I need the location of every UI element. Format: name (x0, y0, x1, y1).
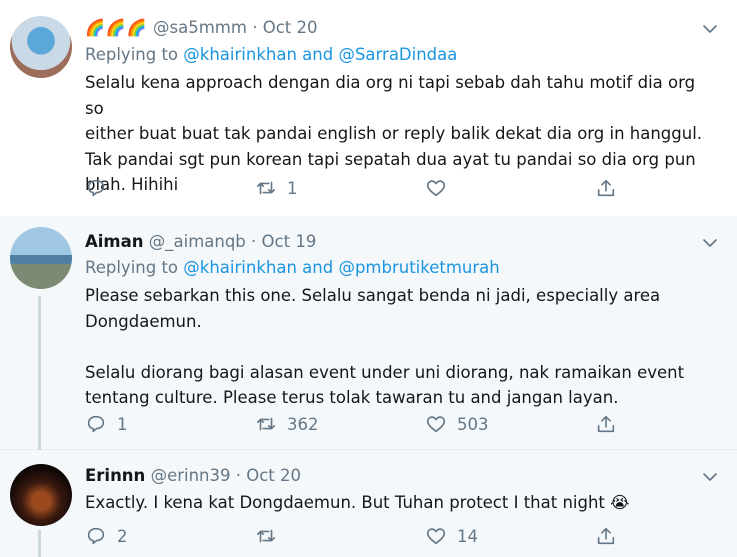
tweet-header: 🌈🌈🌈 @sa5mmm · Oct 20 (85, 18, 317, 37)
display-name[interactable]: 🌈🌈🌈 (85, 18, 148, 37)
retweet-arrows-icon (256, 417, 276, 431)
like-button[interactable]: 14 (425, 525, 478, 547)
handle[interactable]: @sa5mmm (153, 18, 247, 37)
retweet-button[interactable] (255, 525, 287, 547)
chevron-down-icon[interactable] (701, 234, 719, 252)
speech-bubble-icon (87, 527, 105, 545)
reply-button[interactable]: 2 (85, 525, 128, 547)
thread-line (38, 296, 41, 451)
tweet-header: Aiman @_aimanqb · Oct 19 (85, 232, 316, 251)
tweet-date[interactable]: Oct 19 (262, 232, 317, 251)
tweet[interactable]: Aiman @_aimanqb · Oct 19 Replying to @kh… (0, 216, 737, 451)
display-name[interactable]: Erinnn (85, 466, 145, 485)
like-count: 503 (457, 414, 489, 434)
avatar[interactable] (10, 16, 72, 78)
separator: · (252, 18, 258, 37)
retweet-count: 1 (287, 178, 298, 198)
tweet-actions: 1 (85, 177, 630, 203)
thread-line (38, 530, 41, 557)
reply-button[interactable]: 1 (85, 413, 128, 435)
heart-outline-icon (426, 528, 446, 545)
handle[interactable]: @erinn39 (151, 466, 231, 485)
display-name[interactable]: Aiman (85, 232, 144, 251)
tweet-actions: 2 14 (85, 525, 630, 551)
replying-prefix: Replying to (85, 258, 184, 277)
replying-to: Replying to @khairinkhan and @pmbrutiket… (85, 258, 500, 277)
share-upload-icon (597, 415, 615, 433)
share-button[interactable] (595, 413, 617, 435)
like-button[interactable]: 503 (425, 413, 489, 435)
replying-and: and (296, 258, 339, 277)
like-button[interactable] (425, 177, 457, 199)
tweet[interactable]: 🌈🌈🌈 @sa5mmm · Oct 20 Replying to @khairi… (0, 0, 737, 217)
retweet-button[interactable]: 362 (255, 413, 319, 435)
retweet-count: 362 (287, 414, 319, 434)
tweet-date[interactable]: Oct 20 (263, 18, 318, 37)
share-button[interactable] (595, 525, 617, 547)
replying-and: and (296, 45, 339, 64)
share-upload-icon (597, 527, 615, 545)
avatar[interactable] (10, 464, 72, 526)
tweet[interactable]: Erinnn @erinn39 · Oct 20 Exactly. I kena… (0, 450, 737, 557)
mention-link[interactable]: @SarraDindaa (338, 45, 457, 64)
tweet-text: Please sebarkan this one. Selalu sangat … (85, 286, 685, 407)
retweet-arrows-icon (256, 529, 276, 543)
mention-link[interactable]: @khairinkhan (183, 45, 297, 64)
avatar[interactable] (10, 227, 72, 289)
share-button[interactable] (595, 177, 617, 199)
tweet-actions: 1 362 503 (85, 413, 630, 439)
like-count: 14 (457, 526, 478, 546)
replying-to: Replying to @khairinkhan and @SarraDinda… (85, 45, 457, 64)
mention-link[interactable]: @khairinkhan (183, 258, 297, 277)
separator: · (251, 232, 257, 251)
replying-prefix: Replying to (85, 45, 184, 64)
chevron-down-icon[interactable] (701, 468, 719, 486)
handle[interactable]: @_aimanqb (149, 232, 246, 251)
reply-button[interactable] (85, 177, 117, 199)
speech-bubble-icon (87, 415, 105, 433)
retweet-button[interactable]: 1 (255, 177, 298, 199)
reply-count: 2 (117, 526, 128, 546)
separator: · (235, 466, 241, 485)
share-upload-icon (597, 179, 615, 197)
chevron-down-icon[interactable] (701, 20, 719, 38)
tweet-header: Erinnn @erinn39 · Oct 20 (85, 466, 301, 485)
retweet-arrows-icon (256, 181, 276, 195)
reply-count: 1 (117, 414, 128, 434)
heart-outline-icon (426, 180, 446, 197)
tweet-text: Exactly. I kena kat Dongdaemun. But Tuha… (85, 493, 630, 512)
tweet-date[interactable]: Oct 20 (246, 466, 301, 485)
mention-link[interactable]: @pmbrutiketmurah (338, 258, 499, 277)
speech-bubble-icon (87, 179, 105, 197)
heart-outline-icon (426, 416, 446, 433)
